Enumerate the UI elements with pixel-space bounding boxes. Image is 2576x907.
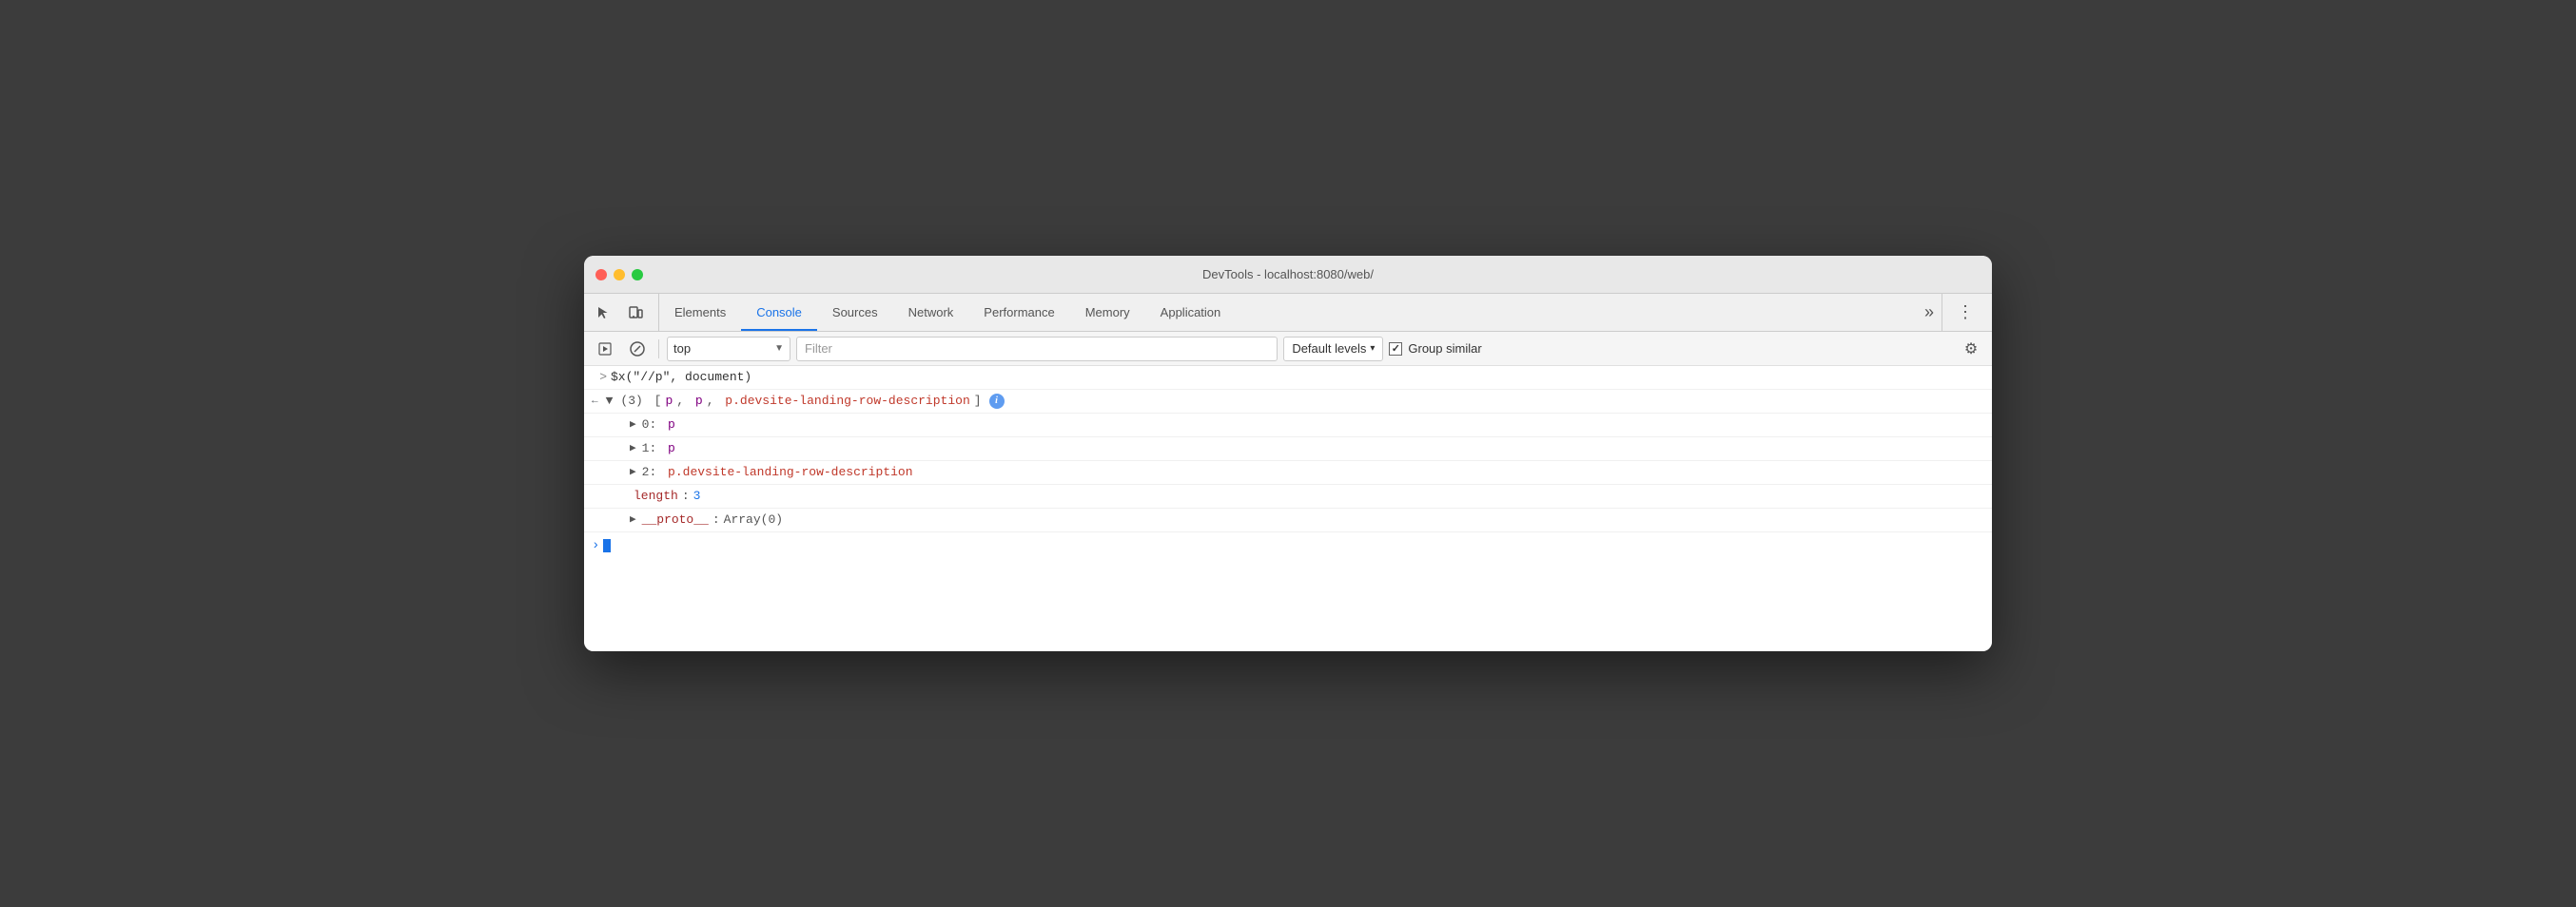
length-key: length <box>634 488 678 505</box>
device-toolbar-button[interactable] <box>620 299 651 327</box>
console-input-line: > $x("//p", document) <box>584 366 1992 390</box>
maximize-button[interactable] <box>632 269 643 280</box>
group-similar-checkbox[interactable] <box>1389 342 1402 356</box>
tab-performance[interactable]: Performance <box>968 294 1069 331</box>
expand-triangle[interactable]: ▼ <box>606 393 614 410</box>
proto-value: Array(0) <box>724 511 783 529</box>
device-icon <box>628 305 643 320</box>
console-toolbar: top ▼ Default levels ▾ Group similar ⚙ <box>584 332 1992 366</box>
input-gutter: > <box>592 369 611 386</box>
property-line-2: ▶ 2 : p.devsite-landing-row-description <box>584 461 1992 485</box>
clear-icon <box>630 341 645 357</box>
cursor-icon <box>595 305 611 320</box>
property-line-1: ▶ 1 : p <box>584 437 1992 461</box>
traffic-lights <box>595 269 643 280</box>
settings-button[interactable]: ⚙ <box>1958 337 1984 361</box>
proto-line: ▶ __proto__ : Array(0) <box>584 509 1992 532</box>
filter-input[interactable] <box>796 337 1278 361</box>
tabs: Elements Console Sources Network Perform… <box>659 294 1917 331</box>
prop-2-expand[interactable]: ▶ <box>630 464 636 481</box>
minimize-button[interactable] <box>614 269 625 280</box>
prop-2-value: p.devsite-landing-row-description <box>668 464 912 481</box>
tabbar-left-controls <box>588 294 659 331</box>
console-content: > $x("//p", document) ← ▼ (3) [ p , p , … <box>584 366 1992 651</box>
tabbar-right: ⋮ <box>1942 294 1988 331</box>
group-similar-control: Group similar <box>1389 341 1481 356</box>
prop-0-value: p <box>668 416 675 434</box>
execute-icon <box>598 342 612 356</box>
tab-console[interactable]: Console <box>741 294 817 331</box>
array-count: (3) <box>620 393 650 410</box>
more-tabs-button[interactable]: » <box>1917 294 1942 331</box>
devtools-window: DevTools - localhost:8080/web/ Elements <box>584 256 1992 651</box>
proto-expand[interactable]: ▶ <box>630 511 636 529</box>
tab-sources[interactable]: Sources <box>817 294 893 331</box>
back-arrow-icon: ← <box>592 393 598 410</box>
length-line: length : 3 <box>584 485 1992 509</box>
cursor-prompt: › <box>592 538 599 553</box>
prop-1-expand[interactable]: ▶ <box>630 440 636 457</box>
clear-console-button[interactable] <box>624 337 651 361</box>
context-selector[interactable]: top ▼ <box>667 337 790 361</box>
tab-memory[interactable]: Memory <box>1070 294 1145 331</box>
input-arrow: > <box>599 369 607 386</box>
info-icon[interactable]: i <box>989 394 1005 409</box>
tabbar: Elements Console Sources Network Perform… <box>584 294 1992 332</box>
titlebar: DevTools - localhost:8080/web/ <box>584 256 1992 294</box>
prop-0-expand[interactable]: ▶ <box>630 416 636 434</box>
tab-network[interactable]: Network <box>893 294 969 331</box>
devtools-menu-button[interactable]: ⋮ <box>1950 299 1981 327</box>
toolbar-separator <box>658 339 659 358</box>
input-text: $x("//p", document) <box>611 369 751 386</box>
close-button[interactable] <box>595 269 607 280</box>
inspect-element-button[interactable] <box>588 299 618 327</box>
prop-1-value: p <box>668 440 675 457</box>
tab-elements[interactable]: Elements <box>659 294 741 331</box>
default-levels-button[interactable]: Default levels ▾ <box>1283 337 1383 361</box>
window-title: DevTools - localhost:8080/web/ <box>1202 267 1374 281</box>
console-cursor-line[interactable]: › <box>584 532 1992 559</box>
length-value: 3 <box>693 488 701 505</box>
proto-key: __proto__ <box>642 511 709 529</box>
array-result-line: ← ▼ (3) [ p , p , p.devsite-landing-row-… <box>584 390 1992 414</box>
execute-script-button[interactable] <box>592 337 618 361</box>
tab-application[interactable]: Application <box>1145 294 1237 331</box>
property-line-0: ▶ 0 : p <box>584 414 1992 437</box>
cursor-blink <box>603 539 611 552</box>
